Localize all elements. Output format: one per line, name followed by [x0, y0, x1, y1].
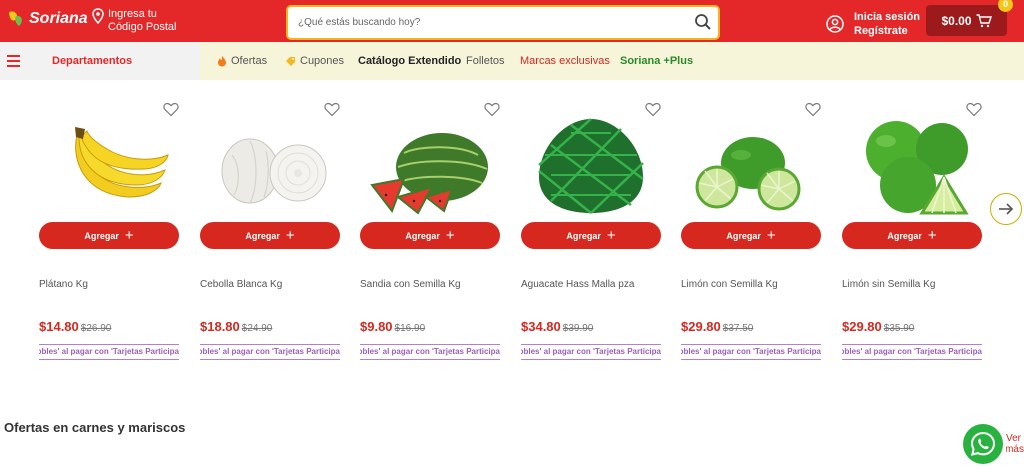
product-name[interactable]: Limón con Semilla Kg — [681, 279, 778, 290]
product-name[interactable]: Sandia con Semilla Kg — [360, 279, 461, 290]
product-price: $29.80 — [681, 319, 721, 334]
see-more-link[interactable]: Ver más — [1006, 433, 1024, 455]
nav-marcas-exclusivas[interactable]: Marcas exclusivas — [520, 55, 610, 67]
product-price: $14.80 — [39, 319, 79, 334]
login-text: Inicia sesión — [854, 11, 921, 23]
whatsapp-icon — [970, 431, 996, 456]
promo-banner: lobles' al pagar con 'Tarjetas Participa — [681, 344, 821, 360]
product-price: $34.80 — [521, 319, 561, 334]
search-icon[interactable] — [694, 13, 712, 31]
add-to-cart-button[interactable]: Agregar + — [39, 222, 179, 249]
product-card[interactable]: Agregar + Limón con Semilla Kg $29.80 $37… — [681, 95, 823, 365]
cart-total: $0.00 — [941, 13, 972, 28]
add-to-cart-button[interactable]: Agregar + — [521, 222, 661, 249]
product-old-price: $16.90 — [394, 323, 426, 334]
product-price: $29.80 — [842, 319, 882, 334]
add-button-label: Agregar — [84, 230, 119, 241]
plus-icon: + — [927, 227, 937, 244]
add-button-label: Agregar — [405, 230, 440, 241]
plus-icon: + — [766, 227, 776, 244]
hamburger-icon[interactable] — [7, 55, 20, 70]
product-card[interactable]: Agregar + Limón sin Semilla Kg $29.80 $35… — [842, 95, 984, 365]
nav-bar: Departamentos Ofertas Cupones Catálogo E… — [0, 42, 1024, 80]
promo-text: lobles' al pagar con 'Tarjetas Participa — [842, 347, 982, 356]
product-image-onion[interactable] — [210, 115, 330, 215]
promo-text: lobles' al pagar con 'Tarjetas Participa — [39, 347, 179, 356]
search-input[interactable]: ¿Qué estás buscando hoy? — [298, 17, 420, 28]
product-name[interactable]: Limón sin Semilla Kg — [842, 279, 935, 290]
add-button-label: Agregar — [245, 230, 280, 241]
location-line1: Ingresa tu — [108, 8, 157, 20]
postal-code-selector[interactable]: Ingresa tu Código Postal — [92, 8, 177, 34]
cart-button[interactable]: $0.00 — [926, 5, 1007, 36]
product-price: $18.80 — [200, 319, 240, 334]
register-text: Regístrate — [854, 25, 908, 37]
product-image-seedless-lime[interactable] — [852, 115, 972, 215]
login-link[interactable]: Inicia sesión Regístrate — [826, 10, 920, 38]
product-image-avocado[interactable] — [531, 115, 651, 215]
promo-text: lobles' al pagar con 'Tarjetas Participa — [521, 347, 661, 356]
product-name[interactable]: Cebolla Blanca Kg — [200, 279, 282, 290]
product-image-banana[interactable] — [49, 115, 169, 215]
plus-icon: + — [285, 227, 295, 244]
product-old-price: $37.50 — [722, 323, 754, 334]
product-image-lime[interactable] — [691, 115, 811, 215]
product-card[interactable]: Agregar + Sandia con Semilla Kg $9.80 $16… — [360, 95, 502, 365]
nav-soriana-plus[interactable]: Soriana +Plus — [620, 55, 693, 67]
nav-ofertas[interactable]: Ofertas — [217, 55, 267, 67]
promo-text: lobles' al pagar con 'Tarjetas Participa — [200, 347, 340, 356]
plus-icon: + — [606, 227, 616, 244]
nav-catalogo-extendido[interactable]: Catálogo Extendido — [358, 55, 461, 67]
departments-menu[interactable]: Departamentos — [0, 42, 200, 80]
nav-cupones[interactable]: Cupones — [285, 55, 344, 67]
location-pin-icon — [92, 8, 104, 24]
nav-folletos[interactable]: Folletos — [466, 55, 505, 67]
product-card[interactable]: Agregar + Plátano Kg $14.80 $26.90 lobles… — [39, 95, 181, 365]
add-button-label: Agregar — [887, 230, 922, 241]
add-to-cart-button[interactable]: Agregar + — [681, 222, 821, 249]
search-bar[interactable]: ¿Qué estás buscando hoy? — [286, 5, 720, 40]
product-price: $9.80 — [360, 319, 393, 334]
plus-icon: + — [124, 227, 134, 244]
location-line2: Código Postal — [108, 21, 177, 33]
arrow-right-icon — [999, 203, 1014, 215]
add-to-cart-button[interactable]: Agregar + — [360, 222, 500, 249]
product-old-price: $24.90 — [241, 323, 273, 334]
nav-ofertas-label: Ofertas — [231, 55, 268, 67]
promo-banner: lobles' al pagar con 'Tarjetas Participa — [39, 344, 179, 360]
product-old-price: $35.90 — [883, 323, 915, 334]
promo-text: lobles' al pagar con 'Tarjetas Participa — [360, 347, 500, 356]
promo-banner: lobles' al pagar con 'Tarjetas Participa — [200, 344, 340, 360]
whatsapp-button[interactable] — [963, 424, 1003, 464]
logo-text: Soriana — [29, 10, 88, 27]
cart-icon — [976, 13, 992, 27]
add-to-cart-button[interactable]: Agregar + — [842, 222, 982, 249]
nav-cupones-label: Cupones — [300, 55, 345, 67]
promo-banner: lobles' al pagar con 'Tarjetas Participa — [842, 344, 982, 360]
add-to-cart-button[interactable]: Agregar + — [200, 222, 340, 249]
product-old-price: $39.90 — [562, 323, 594, 334]
product-card[interactable]: Agregar + Cebolla Blanca Kg $18.80 $24.90… — [200, 95, 342, 365]
product-image-watermelon[interactable] — [370, 115, 490, 215]
fire-icon — [218, 55, 226, 67]
soriana-logo-icon — [9, 11, 22, 26]
product-old-price: $26.90 — [80, 323, 112, 334]
coupon-icon — [286, 57, 295, 66]
product-card[interactable]: Agregar + Aguacate Hass Malla pza $34.80 … — [521, 95, 663, 365]
product-name[interactable]: Plátano Kg — [39, 279, 88, 290]
promo-banner: lobles' al pagar con 'Tarjetas Participa — [521, 344, 661, 360]
departments-label: Departamentos — [52, 55, 133, 67]
promo-text: lobles' al pagar con 'Tarjetas Participa — [681, 347, 821, 356]
section-title: Ofertas en carnes y mariscos — [4, 420, 186, 435]
product-name[interactable]: Aguacate Hass Malla pza — [521, 279, 634, 290]
user-icon — [826, 15, 844, 33]
add-button-label: Agregar — [726, 230, 761, 241]
cart-count-badge: 0 — [998, 0, 1013, 12]
plus-icon: + — [445, 227, 455, 244]
promo-banner: lobles' al pagar con 'Tarjetas Participa — [360, 344, 500, 360]
soriana-logo[interactable]: Soriana — [6, 9, 88, 29]
carousel-next-button[interactable] — [990, 193, 1022, 225]
add-button-label: Agregar — [566, 230, 601, 241]
top-bar: Soriana Ingresa tu Código Postal ¿Qué es… — [0, 0, 1024, 42]
